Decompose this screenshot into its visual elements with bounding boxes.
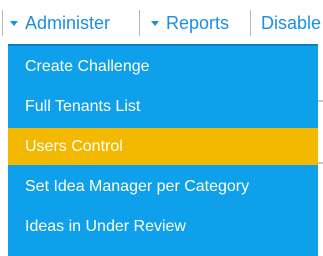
- menu-item-create-challenge[interactable]: Create Challenge: [8, 48, 318, 85]
- administer-dropdown-menu: Create Challenge Full Tenants List Users…: [8, 44, 318, 256]
- caret-down-icon: [10, 20, 18, 26]
- menu-tab-label: Reports: [166, 12, 230, 33]
- menu-separator: [2, 10, 3, 36]
- menu-tab-label: Administer: [25, 12, 111, 33]
- menu-item-set-idea-manager[interactable]: Set Idea Manager per Category: [8, 168, 318, 205]
- background-edge-mark: [318, 162, 323, 164]
- caret-down-icon: [151, 20, 159, 26]
- menu-item-label: Full Tenants List: [25, 97, 141, 115]
- menu-tab-administer[interactable]: Administer: [6, 8, 132, 38]
- background-edge-mark: [318, 100, 323, 102]
- menu-item-label: Ideas in Under Review: [25, 217, 186, 235]
- menu-item-users-control[interactable]: Users Control: [8, 128, 318, 165]
- menu-tab-disable[interactable]: Disable: [261, 8, 323, 38]
- menu-item-label: Set Idea Manager per Category: [25, 177, 250, 195]
- menu-item-label: Create Challenge: [25, 57, 150, 75]
- menu-item-full-tenants-list[interactable]: Full Tenants List: [8, 88, 318, 125]
- menu-item-ideas-under-review[interactable]: Ideas in Under Review: [8, 208, 318, 245]
- top-menubar: Administer Reports Disable: [0, 0, 323, 44]
- menu-separator: [139, 10, 140, 36]
- menu-separator: [250, 10, 251, 36]
- menu-tab-reports[interactable]: Reports: [147, 8, 243, 38]
- menu-tab-label: Disable: [261, 12, 322, 33]
- menu-item-label: Users Control: [25, 137, 123, 155]
